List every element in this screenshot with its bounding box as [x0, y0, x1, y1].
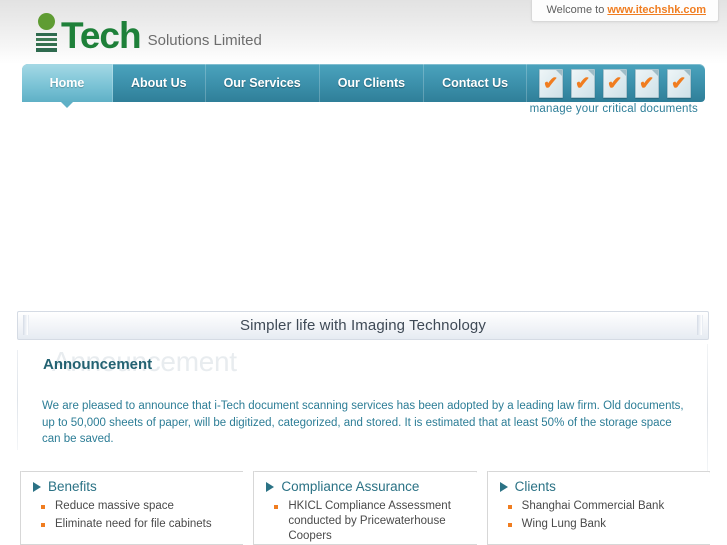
panel-clients-list: Shanghai Commercial Bank Wing Lung Bank: [500, 499, 700, 532]
list-item: HKICL Compliance Assessment conducted by…: [274, 499, 466, 544]
logo-circle-icon: [38, 13, 55, 30]
panel-title-text: Compliance Assurance: [281, 479, 420, 494]
content-right-divider: [707, 344, 708, 474]
announcement-title: Announcement: [43, 356, 153, 373]
panel-tab-curve: [176, 471, 244, 495]
check-icon: ✔: [543, 72, 559, 93]
list-item: Wing Lung Bank: [507, 517, 700, 532]
banner-placeholder: [0, 120, 727, 308]
document-check-icon: ✔: [667, 68, 692, 98]
nav-document-icons: ✔ ✔ ✔ ✔ ✔: [527, 64, 705, 102]
check-icon: ✔: [639, 72, 655, 93]
panel-compliance-assurance: Compliance Assurance HKICL Compliance As…: [253, 471, 477, 545]
nav-item-home[interactable]: Home: [22, 64, 113, 108]
nav-item-about-us[interactable]: About Us: [113, 64, 206, 102]
announcement-body-text: We are pleased to announce that i-Tech d…: [42, 400, 684, 445]
document-check-icon: ✔: [571, 68, 596, 98]
panel-title-text: Clients: [514, 479, 556, 494]
list-item: Reduce massive space: [41, 499, 233, 514]
slogan-banner: Simpler life with Imaging Technology: [17, 311, 709, 340]
check-icon: ✔: [671, 72, 687, 93]
list-item: Shanghai Commercial Bank: [507, 499, 700, 514]
document-check-icon: ✔: [603, 68, 628, 98]
logo-subtitle-text: Solutions Limited: [147, 32, 262, 49]
panel-clients: Clients Shanghai Commercial Bank Wing Lu…: [486, 471, 710, 545]
panel-tab-curve: [409, 471, 477, 495]
triangle-bullet-icon: [33, 481, 41, 492]
logo-document-stack-icon: [33, 12, 59, 56]
nav-item-contact-us[interactable]: Contact Us: [424, 64, 528, 102]
info-panels: Benefits Reduce massive space Eliminate …: [20, 471, 710, 545]
check-icon: ✔: [575, 72, 591, 93]
logo-bars-icon: [36, 33, 57, 54]
website-url-link[interactable]: www.itechshk.com: [607, 4, 706, 16]
panel-benefits: Benefits Reduce massive space Eliminate …: [20, 471, 244, 545]
nav-item-our-services[interactable]: Our Services: [206, 64, 320, 102]
main-navigation: Home About Us Our Services Our Clients C…: [22, 64, 705, 108]
welcome-prefix-text: Welcome to: [546, 4, 608, 16]
welcome-bar: Welcome to www.itechshk.com: [531, 0, 719, 22]
list-item: Eliminate need for file cabinets: [41, 517, 233, 532]
announcement-section: Announcement Announcement We are pleased…: [17, 344, 707, 456]
document-check-icon: ✔: [539, 68, 564, 98]
header-tagline: manage your critical documents: [529, 103, 698, 115]
triangle-bullet-icon: [266, 481, 275, 492]
document-check-icon: ✔: [635, 68, 660, 98]
triangle-bullet-icon: [499, 481, 508, 492]
panel-compliance-list: HKICL Compliance Assessment conducted by…: [266, 499, 466, 544]
slogan-text: Simpler life with Imaging Technology: [240, 317, 486, 334]
panel-title-text: Benefits: [48, 479, 97, 494]
announcement-left-divider: [17, 350, 18, 450]
check-icon: ✔: [607, 72, 623, 93]
site-logo[interactable]: Tech Solutions Limited: [33, 10, 262, 56]
panel-benefits-list: Reduce massive space Eliminate need for …: [33, 499, 233, 532]
logo-main-text: Tech: [61, 15, 142, 56]
nav-item-our-clients[interactable]: Our Clients: [320, 64, 425, 102]
panel-tab-curve: [643, 471, 710, 495]
